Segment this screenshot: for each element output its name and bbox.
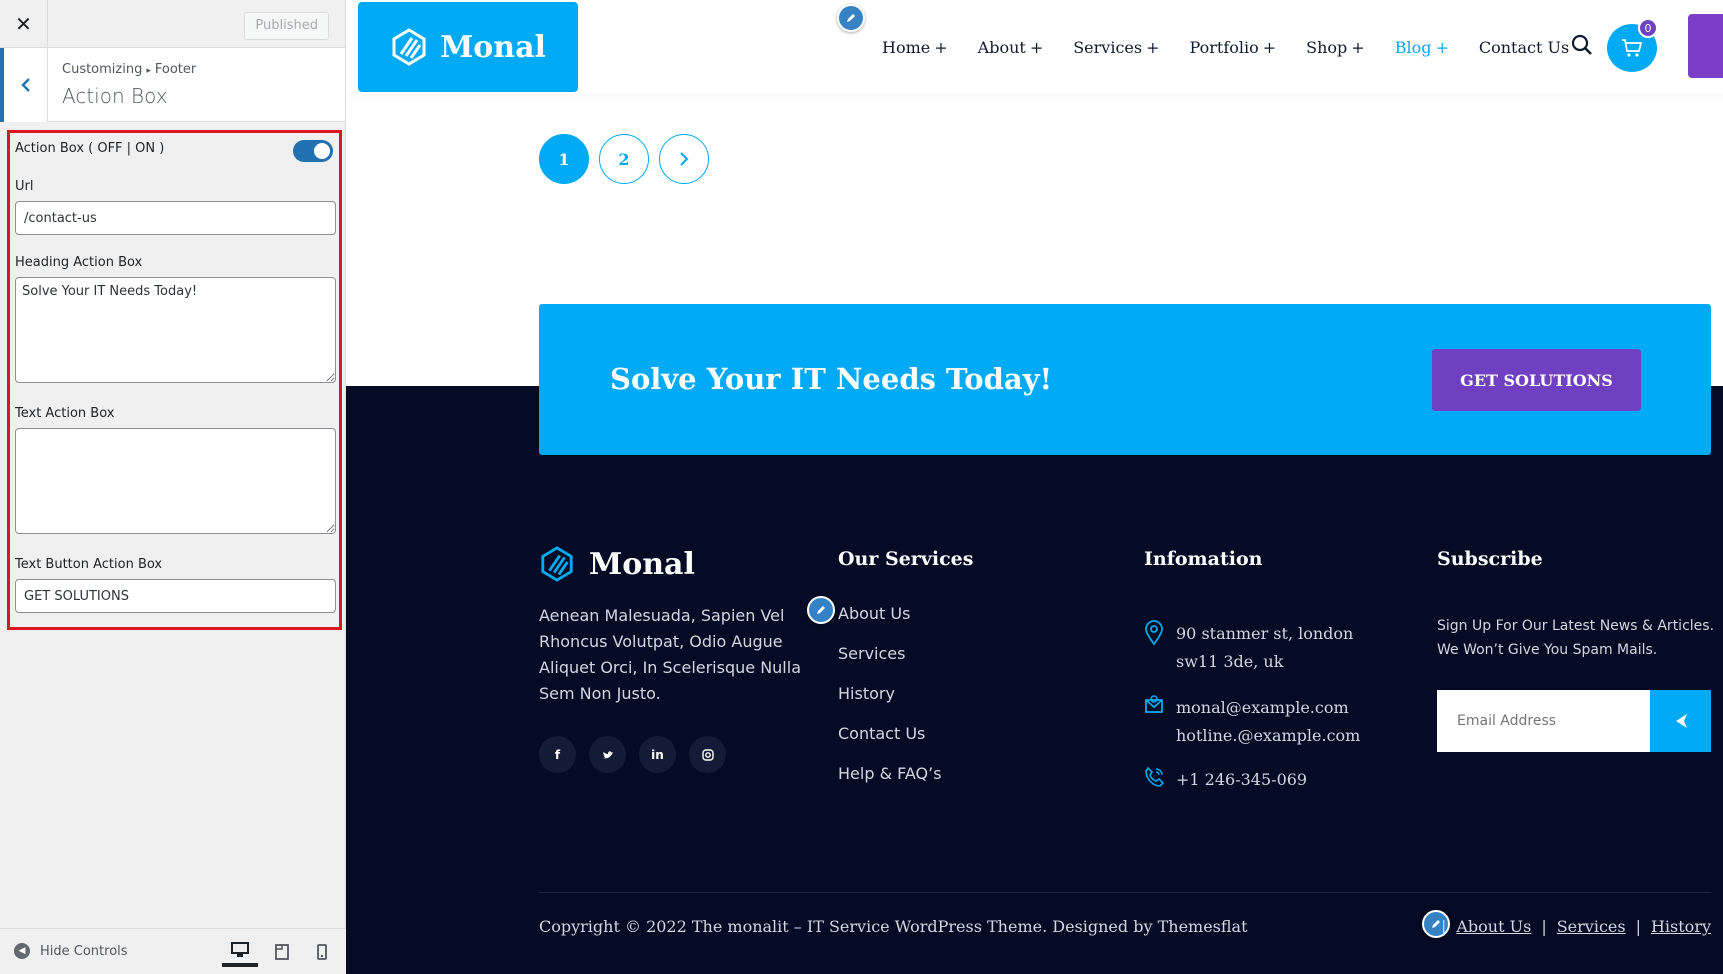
breadcrumb: Customizing ▸ Footer <box>62 62 197 77</box>
pagination: 1 2 <box>539 134 709 184</box>
tablet-preview-button[interactable] <box>264 937 300 967</box>
copyright-text: Copyright © 2022 The monalit – IT Servic… <box>539 917 1248 936</box>
info-address: 90 stanmer st, london sw11 3de, uk <box>1144 620 1353 676</box>
cart-count-badge: 0 <box>1638 18 1658 38</box>
edit-shortcut-pencil[interactable] <box>837 4 865 32</box>
site-header: Monal Home + About + Services + Portfolio + … <box>346 0 1723 94</box>
chevron-right-icon <box>680 152 689 166</box>
button-text-input[interactable] <box>15 579 336 613</box>
hide-controls-button[interactable]: ◀ Hide Controls <box>14 943 128 959</box>
tablet-icon <box>275 944 289 960</box>
page-1-button[interactable]: 1 <box>539 134 589 184</box>
site-logo[interactable]: Monal <box>358 2 578 92</box>
back-button[interactable] <box>0 48 48 122</box>
footer-link-services[interactable]: Services <box>838 644 942 684</box>
section-header: Customizing ▸ Footer Action Box <box>0 48 345 122</box>
bottom-link-services[interactable]: Services <box>1557 917 1626 936</box>
header-cta-button[interactable] <box>1688 14 1723 78</box>
desktop-icon <box>231 942 249 957</box>
monal-logo-icon <box>541 546 573 582</box>
url-input[interactable] <box>15 201 336 235</box>
instagram-glyph-icon <box>701 748 714 761</box>
mail-icon <box>1145 695 1163 713</box>
twitter-icon[interactable] <box>589 736 626 773</box>
mobile-preview-button[interactable] <box>304 937 340 967</box>
heading-textarea[interactable]: Solve Your IT Needs Today! <box>15 277 336 383</box>
action-box-heading: Solve Your IT Needs Today! <box>610 362 1053 396</box>
page-2-button[interactable]: 2 <box>599 134 649 184</box>
text-textarea[interactable] <box>15 428 336 534</box>
section-title: Action Box <box>62 84 168 108</box>
footer-link-contact[interactable]: Contact Us <box>838 724 942 764</box>
customizer-topbar: ✕ Published <box>0 0 345 48</box>
footer-link-history[interactable]: History <box>838 684 942 724</box>
site-preview: Monal Home + About + Services + Portfolio + … <box>346 0 1723 974</box>
next-page-button[interactable] <box>659 134 709 184</box>
bottom-link-about[interactable]: About Us <box>1456 917 1531 936</box>
info-phone: +1 246-345-069 <box>1144 766 1307 794</box>
url-label: Url <box>15 179 34 194</box>
nav-item-shop[interactable]: Shop + <box>1306 38 1365 57</box>
social-links: f in <box>539 736 726 773</box>
map-pin-icon <box>1145 620 1163 646</box>
edit-shortcut-pencil-footer[interactable] <box>807 596 835 624</box>
button-text-label: Text Button Action Box <box>15 557 163 572</box>
linkedin-icon[interactable]: in <box>639 736 676 773</box>
footer-divider <box>539 892 1711 893</box>
email-input[interactable] <box>1437 690 1650 752</box>
twitter-bird-icon <box>602 750 613 758</box>
send-icon <box>1675 714 1687 728</box>
toggle-label: Action Box ( OFF | ON ) <box>15 141 165 156</box>
cart-icon <box>1622 39 1643 57</box>
nav-item-services[interactable]: Services + <box>1073 38 1159 57</box>
facebook-icon[interactable]: f <box>539 736 576 773</box>
bottom-link-history[interactable]: History <box>1651 917 1711 936</box>
close-customizer-button[interactable]: ✕ <box>0 0 48 48</box>
footer-about-text: Aenean Malesuada, Sapien Vel Rhoncus Vol… <box>539 606 801 703</box>
subscribe-form <box>1437 690 1711 752</box>
text-label: Text Action Box <box>15 406 115 421</box>
info-email: monal@example.com hotline.@example.com <box>1144 694 1360 750</box>
customizer-footer: ◀ Hide Controls <box>0 928 346 974</box>
collapse-icon: ◀ <box>14 943 30 959</box>
action-box-toggle[interactable] <box>293 140 333 162</box>
customizer-sidebar: ✕ Published Customizing ▸ Footer Action Bo… <box>0 0 346 974</box>
footer-link-faq[interactable]: Help & FAQ’s <box>838 764 942 804</box>
nav-item-about[interactable]: About + <box>978 38 1044 57</box>
nav-item-portfolio[interactable]: Portfolio + <box>1190 38 1277 57</box>
info-heading: Infomation <box>1144 548 1263 570</box>
footer-logo[interactable]: Monal <box>539 545 695 583</box>
action-box-controls: Action Box ( OFF | ON ) Url Heading Acti… <box>7 130 342 630</box>
published-button[interactable]: Published <box>244 12 329 40</box>
close-icon: ✕ <box>15 12 32 36</box>
get-solutions-button[interactable]: GET SOLUTIONS <box>1432 349 1641 411</box>
subscribe-text: Sign Up For Our Latest News & Articles. … <box>1437 618 1715 658</box>
bottom-links: | About Us | Services | History <box>1440 917 1711 936</box>
subscribe-submit-button[interactable] <box>1650 690 1711 752</box>
instagram-icon[interactable] <box>689 736 726 773</box>
search-icon <box>1571 34 1592 55</box>
desktop-preview-button[interactable] <box>222 937 258 967</box>
services-heading: Our Services <box>838 548 974 570</box>
phone-icon <box>1145 766 1164 787</box>
mobile-icon <box>317 944 327 960</box>
nav-item-contact[interactable]: Contact Us <box>1479 38 1569 57</box>
footer-link-about[interactable]: About Us <box>838 604 942 644</box>
heading-label: Heading Action Box <box>15 255 143 270</box>
chevron-left-icon <box>20 78 30 92</box>
subscribe-heading: Subscribe <box>1437 548 1543 570</box>
pencil-icon <box>817 606 825 614</box>
services-links: About Us Services History Contact Us Hel… <box>838 604 942 804</box>
search-button[interactable] <box>1571 34 1593 60</box>
action-box: Solve Your IT Needs Today! GET SOLUTIONS <box>539 304 1711 455</box>
main-nav: Home + About + Services + Portfolio + Shop + … <box>882 38 1599 57</box>
pencil-icon <box>847 14 855 22</box>
nav-item-home[interactable]: Home + <box>882 38 948 57</box>
monal-logo-icon <box>392 28 426 66</box>
breadcrumb-arrow: ▸ <box>146 66 151 76</box>
nav-item-blog[interactable]: Blog + <box>1395 38 1449 57</box>
